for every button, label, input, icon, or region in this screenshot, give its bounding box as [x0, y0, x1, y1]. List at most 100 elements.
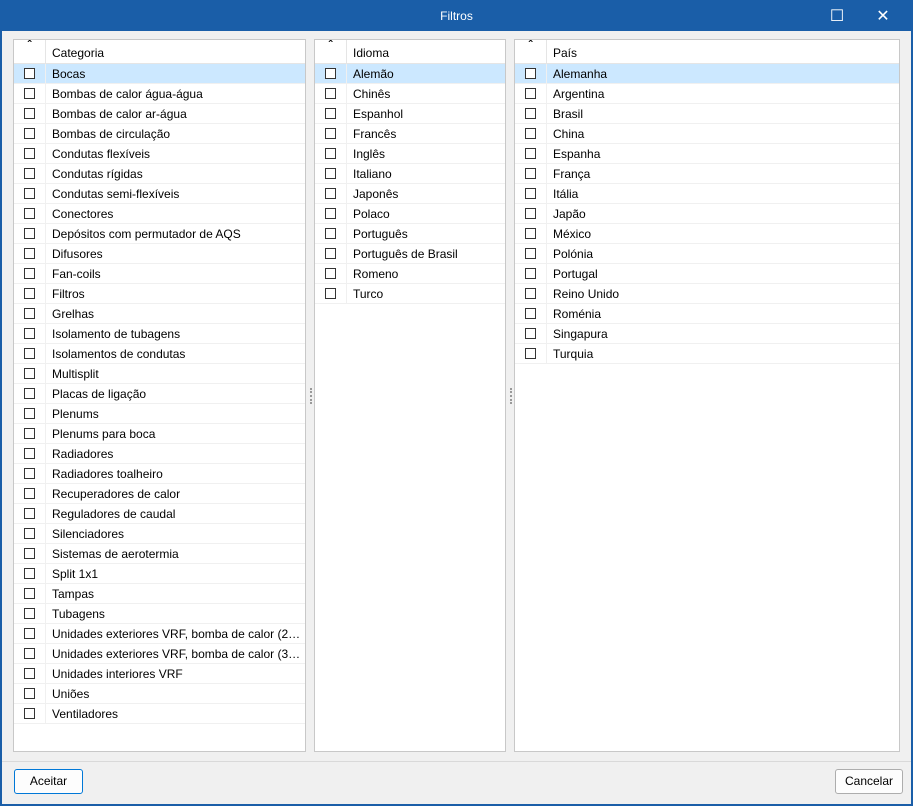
item-checkbox[interactable] — [24, 428, 35, 439]
item-checkbox[interactable] — [24, 628, 35, 639]
list-item[interactable]: Tampas — [14, 583, 305, 604]
list-item[interactable]: Japão — [515, 203, 899, 224]
item-checkbox[interactable] — [24, 88, 35, 99]
list-item[interactable]: Unidades exteriores VRF, bomba de calor … — [14, 623, 305, 644]
list-item[interactable]: Multisplit — [14, 363, 305, 384]
list-item[interactable]: Fan-coils — [14, 263, 305, 284]
list-item[interactable]: Recuperadores de calor — [14, 483, 305, 504]
list-item[interactable]: Reino Unido — [515, 283, 899, 304]
list-item[interactable]: Condutas rígidas — [14, 163, 305, 184]
list-item[interactable]: Japonês — [315, 183, 505, 204]
list-item[interactable]: Radiadores toalheiro — [14, 463, 305, 484]
item-checkbox[interactable] — [325, 168, 336, 179]
item-checkbox[interactable] — [325, 228, 336, 239]
item-checkbox[interactable] — [24, 508, 35, 519]
sort-caret-icon[interactable]: ˆ — [315, 39, 347, 63]
list-item[interactable]: Polaco — [315, 203, 505, 224]
list-item[interactable]: Isolamentos de condutas — [14, 343, 305, 364]
list-item[interactable]: Bombas de calor água-água — [14, 83, 305, 104]
list-item[interactable]: Conectores — [14, 203, 305, 224]
item-checkbox[interactable] — [24, 388, 35, 399]
list-item[interactable]: Unidades interiores VRF — [14, 663, 305, 684]
item-checkbox[interactable] — [525, 288, 536, 299]
list-item[interactable]: Plenums — [14, 403, 305, 424]
list-item[interactable]: Isolamento de tubagens — [14, 323, 305, 344]
item-checkbox[interactable] — [24, 188, 35, 199]
item-checkbox[interactable] — [24, 648, 35, 659]
item-checkbox[interactable] — [24, 468, 35, 479]
item-checkbox[interactable] — [525, 128, 536, 139]
item-checkbox[interactable] — [525, 248, 536, 259]
item-checkbox[interactable] — [24, 248, 35, 259]
list-item[interactable]: China — [515, 123, 899, 144]
item-checkbox[interactable] — [325, 248, 336, 259]
column-header[interactable]: ˆ Idioma — [315, 39, 505, 64]
list-item[interactable]: França — [515, 163, 899, 184]
item-checkbox[interactable] — [525, 188, 536, 199]
item-checkbox[interactable] — [24, 528, 35, 539]
item-checkbox[interactable] — [325, 288, 336, 299]
list-item[interactable]: Português — [315, 223, 505, 244]
item-checkbox[interactable] — [525, 268, 536, 279]
item-checkbox[interactable] — [24, 668, 35, 679]
item-checkbox[interactable] — [525, 228, 536, 239]
item-checkbox[interactable] — [24, 228, 35, 239]
item-checkbox[interactable] — [525, 168, 536, 179]
list-item[interactable]: Turquia — [515, 343, 899, 364]
splitter-handle[interactable] — [510, 388, 513, 404]
list-item[interactable]: Condutas flexíveis — [14, 143, 305, 164]
list-item[interactable]: Bocas — [14, 63, 305, 84]
list-item[interactable]: Unidades exteriores VRF, bomba de calor … — [14, 643, 305, 664]
item-checkbox[interactable] — [525, 308, 536, 319]
list-item[interactable]: Português de Brasil — [315, 243, 505, 264]
item-checkbox[interactable] — [24, 128, 35, 139]
item-checkbox[interactable] — [325, 108, 336, 119]
list-item[interactable]: Argentina — [515, 83, 899, 104]
item-checkbox[interactable] — [24, 168, 35, 179]
item-checkbox[interactable] — [325, 268, 336, 279]
item-checkbox[interactable] — [525, 148, 536, 159]
item-checkbox[interactable] — [24, 688, 35, 699]
item-checkbox[interactable] — [24, 448, 35, 459]
list-item[interactable]: Tubagens — [14, 603, 305, 624]
column-header[interactable]: ˆ Categoria — [14, 39, 305, 64]
list-item[interactable]: Silenciadores — [14, 523, 305, 544]
item-checkbox[interactable] — [24, 708, 35, 719]
list-item[interactable]: Espanha — [515, 143, 899, 164]
item-checkbox[interactable] — [325, 68, 336, 79]
item-checkbox[interactable] — [24, 348, 35, 359]
item-checkbox[interactable] — [325, 208, 336, 219]
list-item[interactable]: Francês — [315, 123, 505, 144]
column-header[interactable]: ˆ País — [515, 39, 899, 64]
list-item[interactable]: Brasil — [515, 103, 899, 124]
cancel-button[interactable]: Cancelar — [835, 769, 903, 794]
item-checkbox[interactable] — [24, 268, 35, 279]
item-checkbox[interactable] — [525, 208, 536, 219]
item-checkbox[interactable] — [525, 68, 536, 79]
item-checkbox[interactable] — [24, 548, 35, 559]
item-checkbox[interactable] — [325, 128, 336, 139]
list-item[interactable]: Plenums para boca — [14, 423, 305, 444]
list-item[interactable]: Inglês — [315, 143, 505, 164]
list-item[interactable]: Placas de ligação — [14, 383, 305, 404]
list-item[interactable]: Grelhas — [14, 303, 305, 324]
item-checkbox[interactable] — [325, 148, 336, 159]
list-item[interactable]: Uniões — [14, 683, 305, 704]
item-checkbox[interactable] — [24, 368, 35, 379]
item-checkbox[interactable] — [525, 348, 536, 359]
item-checkbox[interactable] — [24, 288, 35, 299]
list-item[interactable]: Italiano — [315, 163, 505, 184]
list-item[interactable]: Sistemas de aerotermia — [14, 543, 305, 564]
item-checkbox[interactable] — [24, 588, 35, 599]
item-checkbox[interactable] — [24, 308, 35, 319]
list-item[interactable]: Bombas de calor ar-água — [14, 103, 305, 124]
list-item[interactable]: Chinês — [315, 83, 505, 104]
list-item[interactable]: México — [515, 223, 899, 244]
list-item[interactable]: Depósitos com permutador de AQS — [14, 223, 305, 244]
list-item[interactable]: Turco — [315, 283, 505, 304]
list-item[interactable]: Polónia — [515, 243, 899, 264]
item-checkbox[interactable] — [325, 88, 336, 99]
item-checkbox[interactable] — [525, 108, 536, 119]
list-item[interactable]: Filtros — [14, 283, 305, 304]
list-item[interactable]: Romeno — [315, 263, 505, 284]
